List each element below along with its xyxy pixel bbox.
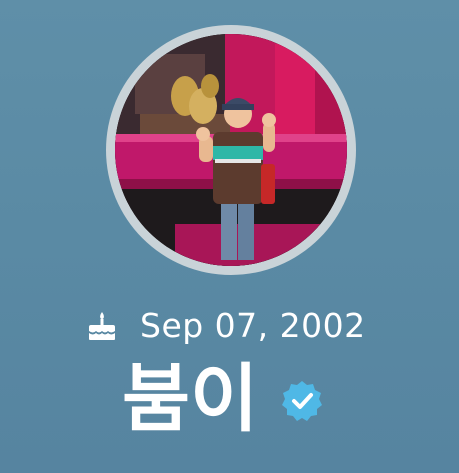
birthday-cake-icon [89, 311, 115, 340]
birth-date: Sep 07, 2002 [140, 306, 366, 345]
birthday-row: Sep 07, 2002 [84, 306, 366, 345]
display-name: 붐이 [122, 356, 259, 442]
avatar-photo [115, 34, 347, 266]
verified-badge-icon[interactable] [280, 379, 324, 423]
avatar[interactable] [115, 34, 347, 266]
avatar-ring[interactable] [106, 25, 356, 275]
name-row: 붐이 [122, 362, 324, 436]
